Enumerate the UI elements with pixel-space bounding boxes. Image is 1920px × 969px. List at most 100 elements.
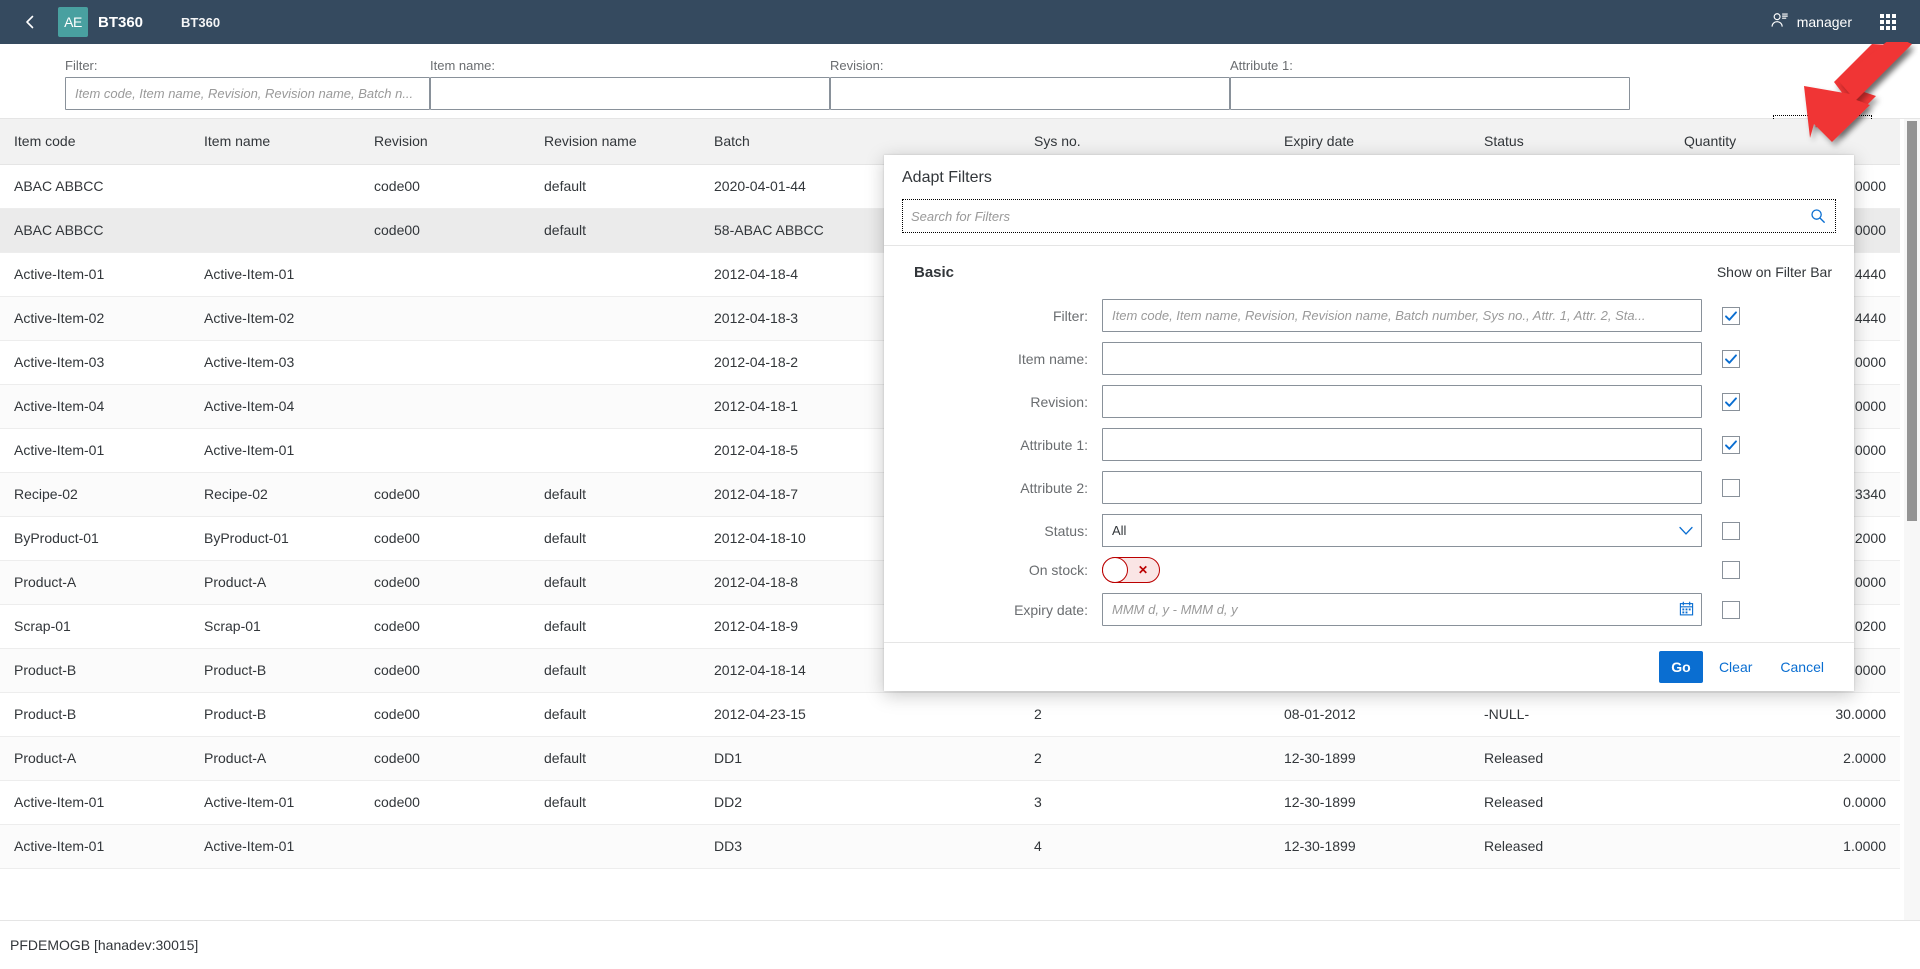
table-cell: Active-Item-02 bbox=[0, 296, 190, 340]
table-cell: Active-Item-01 bbox=[190, 252, 360, 296]
table-cell: default bbox=[530, 208, 700, 252]
filter-bar: Filter: Item name: Revision: Attribute 1… bbox=[0, 44, 1920, 119]
table-cell: Product-B bbox=[190, 692, 360, 736]
table-cell: 2 bbox=[1020, 736, 1270, 780]
dialog-text-input[interactable] bbox=[1102, 385, 1702, 418]
show-on-filter-bar-checkbox[interactable] bbox=[1722, 307, 1740, 325]
show-on-filter-bar-checkbox[interactable] bbox=[1722, 561, 1740, 579]
on-stock-toggle[interactable]: ✕ bbox=[1102, 557, 1160, 583]
filter-input-attribute-1[interactable] bbox=[1230, 77, 1630, 110]
user-menu-button[interactable]: manager bbox=[1762, 4, 1860, 40]
table-cell: default bbox=[530, 648, 700, 692]
back-button[interactable] bbox=[14, 6, 46, 38]
toggle-knob bbox=[1102, 557, 1128, 583]
table-cell bbox=[190, 164, 360, 208]
column-header-revision[interactable]: Revision bbox=[360, 119, 530, 164]
table-cell: code00 bbox=[360, 164, 530, 208]
filter-label-1: Item name: bbox=[430, 58, 830, 73]
filter-label-0: Filter: bbox=[65, 58, 430, 73]
dialog-field-label: Attribute 1: bbox=[902, 437, 1102, 453]
dialog-field-control bbox=[1102, 299, 1702, 332]
show-on-filter-bar-checkbox[interactable] bbox=[1722, 350, 1740, 368]
filter-label-3: Attribute 1: bbox=[1230, 58, 1630, 73]
dialog-status-select[interactable]: All bbox=[1102, 514, 1702, 547]
table-cell: code00 bbox=[360, 648, 530, 692]
table-cell: 08-01-2012 bbox=[1270, 692, 1470, 736]
dialog-field-row: Filter: bbox=[902, 299, 1836, 332]
dialog-search-input[interactable] bbox=[903, 201, 1801, 231]
dialog-field-label: Attribute 2: bbox=[902, 480, 1102, 496]
calendar-icon[interactable] bbox=[1679, 601, 1694, 619]
table-cell: Product-A bbox=[0, 560, 190, 604]
show-on-filter-bar-checkbox[interactable] bbox=[1722, 522, 1740, 540]
table-cell: default bbox=[530, 516, 700, 560]
table-cell: ByProduct-01 bbox=[0, 516, 190, 560]
table-cell: 0.0000 bbox=[1670, 780, 1900, 824]
table-row[interactable]: Product-BProduct-Bcode00default2012-04-2… bbox=[0, 692, 1900, 736]
table-cell: Product-B bbox=[0, 692, 190, 736]
filter-field-group-3: Attribute 1: bbox=[1230, 54, 1630, 110]
dialog-field-label: Expiry date: bbox=[902, 602, 1102, 618]
table-vertical-scrollbar[interactable] bbox=[1904, 119, 1920, 920]
dialog-date-field bbox=[1102, 593, 1702, 626]
filter-label-2: Revision: bbox=[830, 58, 1230, 73]
search-icon[interactable] bbox=[1801, 200, 1835, 232]
table-cell: 1.0000 bbox=[1670, 824, 1900, 868]
chevron-down-icon bbox=[1679, 523, 1693, 538]
column-header-revision-name[interactable]: Revision name bbox=[530, 119, 700, 164]
cancel-button[interactable]: Cancel bbox=[1768, 651, 1836, 683]
table-cell: ABAC ABBCC bbox=[0, 164, 190, 208]
filter-input-0[interactable] bbox=[65, 77, 430, 110]
table-row[interactable]: Active-Item-01Active-Item-01DD3412-30-18… bbox=[0, 824, 1900, 868]
table-cell: 12-30-1899 bbox=[1270, 780, 1470, 824]
table-cell bbox=[530, 296, 700, 340]
show-on-filter-bar-checkbox[interactable] bbox=[1722, 601, 1740, 619]
filter-input-revision[interactable] bbox=[830, 77, 1230, 110]
dialog-body: Basic Show on Filter Bar Filter:Item nam… bbox=[884, 246, 1854, 642]
expiry-date-input[interactable] bbox=[1102, 593, 1702, 626]
app-subtitle: BT360 bbox=[181, 15, 220, 30]
table-cell bbox=[360, 340, 530, 384]
show-on-filter-bar-checkbox[interactable] bbox=[1722, 436, 1740, 454]
go-button[interactable]: Go bbox=[1659, 651, 1703, 683]
dialog-text-input[interactable] bbox=[1102, 428, 1702, 461]
table-cell: Active-Item-01 bbox=[0, 780, 190, 824]
dialog-text-input[interactable] bbox=[1102, 471, 1702, 504]
show-on-filter-bar-checkbox[interactable] bbox=[1722, 479, 1740, 497]
table-cell: code00 bbox=[360, 560, 530, 604]
dialog-select-value: All bbox=[1112, 523, 1126, 538]
app-grid-button[interactable] bbox=[1870, 4, 1906, 40]
table-cell: 2.0000 bbox=[1670, 736, 1900, 780]
column-header-item-name[interactable]: Item name bbox=[190, 119, 360, 164]
scrollbar-thumb[interactable] bbox=[1907, 121, 1917, 521]
dialog-text-input[interactable] bbox=[1102, 342, 1702, 375]
table-cell: Active-Item-02 bbox=[190, 296, 360, 340]
app-grid-icon bbox=[1880, 14, 1896, 30]
table-cell: Recipe-02 bbox=[0, 472, 190, 516]
table-cell: Active-Item-04 bbox=[190, 384, 360, 428]
dialog-footer: Go Clear Cancel bbox=[884, 642, 1854, 691]
table-cell: 30.0000 bbox=[1670, 692, 1900, 736]
table-row[interactable]: Active-Item-01Active-Item-01code00defaul… bbox=[0, 780, 1900, 824]
table-cell: ByProduct-01 bbox=[190, 516, 360, 560]
dialog-field-control bbox=[1102, 593, 1702, 626]
dialog-field-row: Revision: bbox=[902, 385, 1836, 418]
table-cell bbox=[190, 208, 360, 252]
clear-button[interactable]: Clear bbox=[1707, 651, 1764, 683]
dialog-field-control bbox=[1102, 342, 1702, 375]
show-on-filter-bar-checkbox[interactable] bbox=[1722, 393, 1740, 411]
column-header-item-code[interactable]: Item code bbox=[0, 119, 190, 164]
table-cell: Active-Item-01 bbox=[190, 428, 360, 472]
dialog-text-input[interactable] bbox=[1102, 299, 1702, 332]
table-cell: -NULL- bbox=[1470, 692, 1670, 736]
dialog-field-row: Status:All bbox=[902, 514, 1836, 547]
filter-input-item-name[interactable] bbox=[430, 77, 830, 110]
table-row[interactable]: Product-AProduct-Acode00defaultDD1212-30… bbox=[0, 736, 1900, 780]
dialog-field-control: ✕ bbox=[1102, 557, 1702, 583]
table-cell bbox=[360, 296, 530, 340]
table-cell: 3 bbox=[1020, 780, 1270, 824]
filter-field-group-1: Item name: bbox=[430, 54, 830, 110]
table-cell: Product-B bbox=[190, 648, 360, 692]
chevron-left-icon bbox=[22, 14, 38, 30]
user-name: manager bbox=[1797, 14, 1852, 30]
